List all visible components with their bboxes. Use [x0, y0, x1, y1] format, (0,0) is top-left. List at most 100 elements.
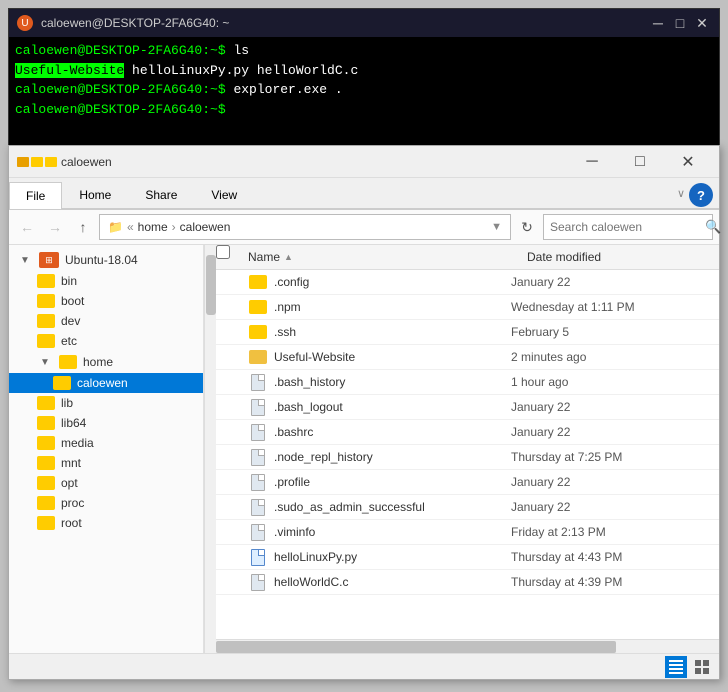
explorer-close-button[interactable]: ✕	[665, 146, 711, 178]
addressbar: ← → ↑ 📁 « home › caloewen ▼ ↻ 🔍	[9, 210, 719, 245]
file-row[interactable]: helloLinuxPy.py Thursday at 4:43 PM	[216, 545, 719, 570]
terminal-line-1: caloewen@DESKTOP-2FA6G40:~$ ls	[15, 41, 713, 61]
address-dropdown-icon[interactable]: ▼	[491, 221, 502, 233]
sidebar-item-lib[interactable]: lib	[9, 393, 203, 413]
folder-icon	[249, 275, 267, 289]
file-icon-cell	[248, 549, 268, 565]
tab-home[interactable]: Home	[62, 181, 128, 208]
file-row[interactable]: helloWorldC.c Thursday at 4:39 PM	[216, 570, 719, 595]
file-name-cell: helloWorldC.c	[274, 575, 511, 589]
file-row[interactable]: .ssh February 5	[216, 320, 719, 345]
sidebar-label-media: media	[61, 436, 94, 450]
sidebar-item-lib64[interactable]: lib64	[9, 413, 203, 433]
sidebar-item-proc[interactable]: proc	[9, 493, 203, 513]
sidebar-item-mnt[interactable]: mnt	[9, 453, 203, 473]
tab-file[interactable]: File	[9, 182, 62, 209]
file-icon-cell	[248, 399, 268, 415]
terminal-close-button[interactable]: ✕	[693, 14, 711, 32]
file-row[interactable]: .profile January 22	[216, 470, 719, 495]
folder-icon-boot	[37, 294, 55, 308]
file-icon-cell	[248, 349, 268, 365]
terminal-maximize-button[interactable]: □	[671, 14, 689, 32]
sidebar-item-opt[interactable]: opt	[9, 473, 203, 493]
tab-view[interactable]: View	[194, 181, 254, 208]
select-all-checkbox[interactable]	[216, 245, 230, 259]
ubuntu-drive-icon: ⊞	[39, 252, 59, 268]
refresh-button[interactable]: ↻	[515, 215, 539, 239]
sidebar-label-boot: boot	[61, 294, 84, 308]
file-icon-cell	[248, 499, 268, 515]
horizontal-scrollbar[interactable]	[216, 639, 719, 653]
file-name-cell: .bash_logout	[274, 400, 511, 414]
back-button[interactable]: ←	[15, 215, 39, 239]
file-list-header: Name ▲ Date modified	[216, 245, 719, 270]
sidebar-item-root[interactable]: root	[9, 513, 203, 533]
search-input[interactable]	[550, 220, 705, 234]
expand-home-icon: ▼	[37, 354, 53, 370]
address-path[interactable]: 📁 « home › caloewen ▼	[99, 214, 511, 240]
terminal-minimize-button[interactable]: ─	[649, 14, 667, 32]
generic-file-icon	[251, 449, 265, 466]
file-date-cell: Wednesday at 1:11 PM	[511, 300, 711, 314]
file-icon-cell	[248, 474, 268, 490]
sidebar-item-boot[interactable]: boot	[9, 291, 203, 311]
generic-file-icon	[251, 424, 265, 441]
file-name-cell: .node_repl_history	[274, 450, 511, 464]
file-icon-cell	[248, 424, 268, 440]
col-header-name[interactable]: Name ▲	[240, 245, 519, 269]
file-name-cell: .sudo_as_admin_successful	[274, 500, 511, 514]
terminal-body: caloewen@DESKTOP-2FA6G40:~$ ls Useful-We…	[9, 37, 719, 123]
file-icon-cell	[248, 449, 268, 465]
help-button[interactable]: ?	[689, 183, 713, 207]
sidebar-label-lib64: lib64	[61, 416, 86, 430]
folder-icon-lib	[37, 396, 55, 410]
titlebar-folder-icon	[17, 157, 29, 167]
folder-icon-mnt	[37, 456, 55, 470]
sidebar-label-proc: proc	[61, 496, 84, 510]
up-button[interactable]: ↑	[71, 215, 95, 239]
terminal-files-output: helloLinuxPy.py helloWorldC.c	[124, 63, 358, 78]
file-row[interactable]: .node_repl_history Thursday at 7:25 PM	[216, 445, 719, 470]
detail-view-button[interactable]	[665, 656, 687, 678]
titlebar-folder-icon3	[45, 157, 57, 167]
explorer-titlebar: caloewen ─ □ ✕	[9, 146, 719, 178]
file-name-cell: .ssh	[274, 325, 511, 339]
col-header-date[interactable]: Date modified	[519, 245, 719, 269]
file-row[interactable]: .npm Wednesday at 1:11 PM	[216, 295, 719, 320]
generic-file-icon	[251, 374, 265, 391]
tab-share[interactable]: Share	[128, 181, 194, 208]
file-row[interactable]: .bash_history 1 hour ago	[216, 370, 719, 395]
explorer-minimize-button[interactable]: ─	[569, 146, 615, 178]
folder-icon-home	[59, 355, 77, 369]
sidebar-item-ubuntu[interactable]: ▼ ⊞ Ubuntu-18.04	[9, 249, 203, 271]
large-icon-view-button[interactable]	[691, 656, 713, 678]
sidebar-item-etc[interactable]: etc	[9, 331, 203, 351]
sidebar-item-bin[interactable]: bin	[9, 271, 203, 291]
file-row[interactable]: .config January 22	[216, 270, 719, 295]
file-row[interactable]: .bash_logout January 22	[216, 395, 719, 420]
file-name-cell: helloLinuxPy.py	[274, 550, 511, 564]
sidebar-item-dev[interactable]: dev	[9, 311, 203, 331]
file-date-cell: Thursday at 4:39 PM	[511, 575, 711, 589]
terminal-prompt-2: caloewen@DESKTOP-2FA6G40:~$	[15, 82, 226, 97]
sidebar-item-caloewen[interactable]: caloewen	[9, 373, 203, 393]
terminal-cmd-2: explorer.exe .	[226, 82, 343, 97]
py-file-icon	[251, 549, 265, 566]
sidebar-item-home[interactable]: ▼ home	[9, 351, 203, 373]
sidebar-item-media[interactable]: media	[9, 433, 203, 453]
sidebar-scrollbar[interactable]	[204, 245, 216, 653]
forward-button[interactable]: →	[43, 215, 67, 239]
file-row[interactable]: Useful-Website 2 minutes ago	[216, 345, 719, 370]
file-row[interactable]: .viminfo Friday at 2:13 PM	[216, 520, 719, 545]
file-date-cell: January 22	[511, 500, 711, 514]
file-row[interactable]: .sudo_as_admin_successful January 22	[216, 495, 719, 520]
file-name-cell: .config	[274, 275, 511, 289]
explorer-maximize-button[interactable]: □	[617, 146, 663, 178]
sidebar-label-lib: lib	[61, 396, 73, 410]
file-icon-cell	[248, 374, 268, 390]
search-icon[interactable]: 🔍	[705, 219, 721, 235]
explorer-main: ▼ ⊞ Ubuntu-18.04 bin boot dev	[9, 245, 719, 653]
sidebar: ▼ ⊞ Ubuntu-18.04 bin boot dev	[9, 245, 204, 653]
file-row[interactable]: .bashrc January 22	[216, 420, 719, 445]
folder-icon-root	[37, 516, 55, 530]
